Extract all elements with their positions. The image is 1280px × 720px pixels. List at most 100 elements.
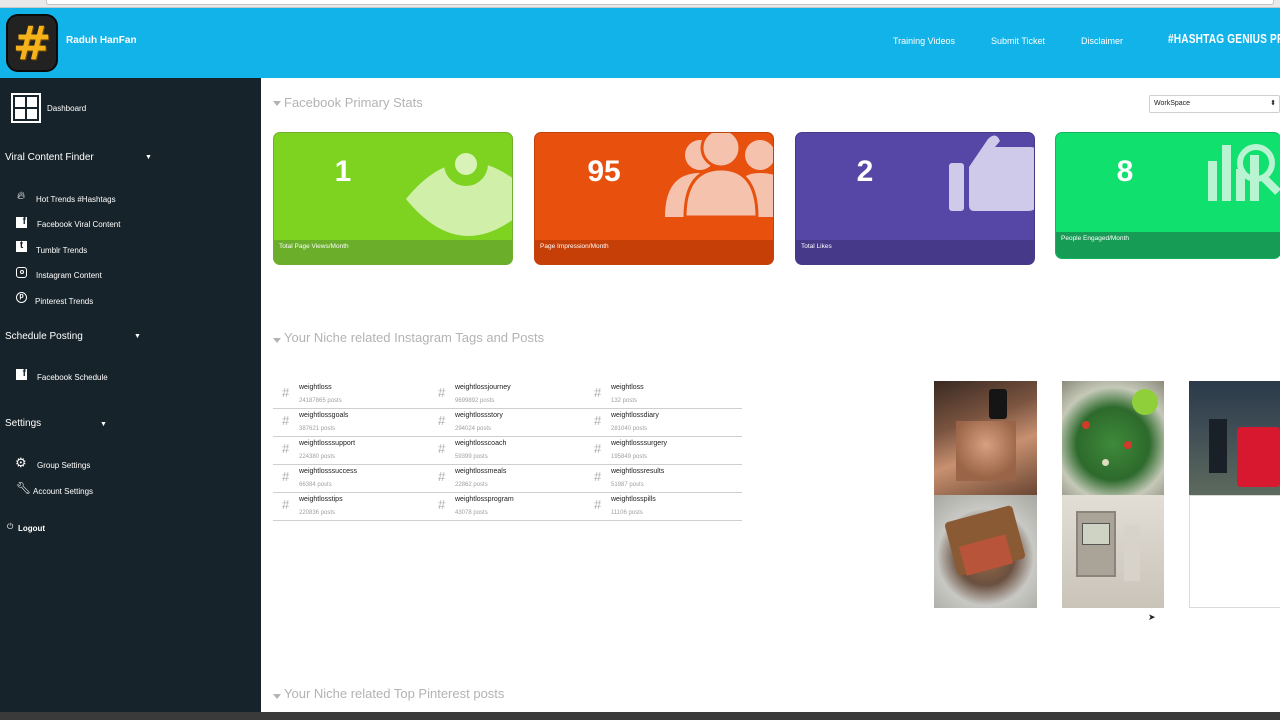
row-divider: [273, 464, 742, 465]
hashtag-icon: #: [438, 385, 446, 400]
hashtag-icon: #: [594, 469, 602, 484]
tag-name[interactable]: weightlossprogram: [455, 496, 514, 503]
tag-post-count: 11106 posts: [611, 510, 643, 516]
facebook-stats-title: Facebook Primary Stats: [284, 95, 423, 110]
app-window: # Raduh HanFan Training Videos Submit Ti…: [0, 0, 1280, 720]
stat-value: 8: [1116, 155, 1134, 188]
sidebar-item-pinterest-trends[interactable]: Pinterest Trends: [35, 297, 93, 306]
nav-submit-ticket[interactable]: Submit Ticket: [991, 36, 1045, 46]
instagram-post-image[interactable]: [934, 495, 1037, 608]
stat-card-page-views[interactable]: 1 Total Page Views/Month: [273, 132, 513, 265]
tag-post-count: 9699892 posts: [455, 398, 495, 404]
dashboard-grid-icon[interactable]: [11, 93, 41, 123]
instagram-post-placeholder: [1189, 495, 1280, 608]
facebook-icon: f: [16, 369, 27, 380]
tag-name[interactable]: weightlossdiary: [611, 412, 659, 419]
mouse-cursor-icon: ➤: [1148, 612, 1156, 622]
chevron-updown-icon: ⬍: [1270, 100, 1276, 107]
tag-name[interactable]: weightlossresults: [611, 468, 664, 475]
chevron-down-icon[interactable]: ▼: [145, 154, 152, 161]
chevron-down-icon[interactable]: ▼: [100, 421, 107, 428]
tag-post-count: 220836 posts: [299, 510, 336, 516]
collapse-caret-icon[interactable]: [273, 101, 281, 106]
sidebar-section-schedule-posting[interactable]: Schedule Posting: [5, 331, 83, 342]
sidebar-item-facebook-viral-content[interactable]: Facebook Viral Content: [37, 220, 120, 229]
stat-card-people-engaged[interactable]: 8 People Engaged/Month: [1055, 132, 1280, 259]
hashtag-icon: #: [594, 413, 602, 428]
collapse-caret-icon[interactable]: [273, 338, 281, 343]
nav-disclaimer[interactable]: Disclaimer: [1081, 36, 1123, 46]
tag-post-count: 132 posts: [611, 398, 638, 404]
tag-name[interactable]: weightlossgoals: [299, 412, 348, 419]
tag-name[interactable]: weightlosssuccess: [299, 468, 357, 475]
gear-icon: ⚙: [15, 455, 27, 470]
hashtag-icon: #: [282, 385, 290, 400]
tag-post-count: 43078 posts: [455, 510, 488, 516]
stat-value: 2: [856, 155, 874, 188]
os-taskbar: [0, 712, 1280, 720]
tag-name[interactable]: weightloss: [299, 384, 332, 391]
stat-value: 95: [587, 155, 621, 188]
logout-button[interactable]: Logout: [18, 524, 45, 533]
row-divider: [273, 436, 742, 437]
sidebar: [0, 78, 261, 712]
stat-card-page-impressions[interactable]: 95 Page Impression/Month: [534, 132, 774, 265]
tag-name[interactable]: weightlosssurgery: [611, 440, 667, 447]
instagram-post-image[interactable]: [1189, 381, 1280, 495]
hashtag-icon: #: [594, 385, 602, 400]
brand-title: #HASHTAG GENIUS PRO: [1168, 31, 1280, 46]
stat-label: Page Impression/Month: [540, 243, 609, 250]
stat-card-footer: Total Likes: [796, 240, 1034, 264]
stat-card-footer: People Engaged/Month: [1056, 232, 1280, 258]
tag-post-count: 195849 posts: [611, 454, 648, 460]
sidebar-item-hot-trends[interactable]: Hot Trends #Hashtags: [36, 195, 116, 204]
hashtag-icon: #: [594, 497, 602, 512]
tag-name[interactable]: weightlossmeals: [455, 468, 506, 475]
workspace-select[interactable]: WorkSpace ⬍: [1149, 95, 1280, 113]
chevron-down-icon[interactable]: ▼: [134, 333, 141, 340]
collapse-caret-icon[interactable]: [273, 694, 281, 699]
sidebar-item-account-settings[interactable]: Account Settings: [33, 487, 93, 496]
pinterest-icon: p: [16, 292, 27, 303]
tag-name[interactable]: weightlosstips: [299, 496, 343, 503]
browser-toolbar: [0, 0, 1280, 8]
sidebar-item-facebook-schedule[interactable]: Facebook Schedule: [37, 373, 108, 382]
hashtag-icon: #: [438, 413, 446, 428]
sidebar-item-instagram-content[interactable]: Instagram Content: [36, 271, 102, 280]
tag-post-count: 387621 posts: [299, 426, 336, 432]
stat-card-total-likes[interactable]: 2 Total Likes: [795, 132, 1035, 265]
hashtag-icon: #: [438, 497, 446, 512]
tag-name[interactable]: weightlosscoach: [455, 440, 506, 447]
tag-name[interactable]: weightlossjourney: [455, 384, 511, 391]
tag-post-count: 59399 posts: [455, 454, 488, 460]
sidebar-section-settings[interactable]: Settings: [5, 418, 41, 429]
app-logo[interactable]: #: [6, 14, 58, 72]
tag-name[interactable]: weightlossstory: [455, 412, 503, 419]
pinterest-posts-title: Your Niche related Top Pinterest posts: [284, 686, 505, 701]
nav-training-videos[interactable]: Training Videos: [893, 36, 955, 46]
hashtag-icon: #: [282, 413, 290, 428]
sidebar-item-tumblr-trends[interactable]: Tumblr Trends: [36, 246, 87, 255]
workspace-select-value: WorkSpace: [1154, 100, 1191, 107]
wrench-icon: 🔧︎: [16, 481, 32, 495]
sidebar-item-dashboard[interactable]: Dashboard: [47, 104, 86, 113]
tag-post-count: 294024 posts: [455, 426, 492, 432]
instagram-icon: [16, 267, 27, 278]
stat-label: Total Page Views/Month: [279, 243, 349, 250]
stat-label: Total Likes: [801, 243, 832, 250]
tag-post-count: 281040 posts: [611, 426, 648, 432]
tumblr-icon: t: [16, 241, 27, 252]
tag-name[interactable]: weightloss: [611, 384, 644, 391]
sidebar-item-group-settings[interactable]: Group Settings: [37, 461, 90, 470]
instagram-post-image[interactable]: [1062, 495, 1164, 608]
user-name: Raduh HanFan: [66, 35, 137, 46]
instagram-post-image[interactable]: [1062, 381, 1164, 495]
hashtag-logo-icon: #: [12, 16, 52, 70]
tag-name[interactable]: weightlosssupport: [299, 440, 355, 447]
instagram-post-image[interactable]: [934, 381, 1037, 495]
sidebar-section-viral-content-finder[interactable]: Viral Content Finder: [5, 152, 94, 163]
tag-post-count: 24187865 posts: [299, 398, 342, 404]
hashtag-icon: #: [594, 441, 602, 456]
tag-name[interactable]: weightlosspills: [611, 496, 656, 503]
address-bar[interactable]: [46, 0, 1274, 5]
